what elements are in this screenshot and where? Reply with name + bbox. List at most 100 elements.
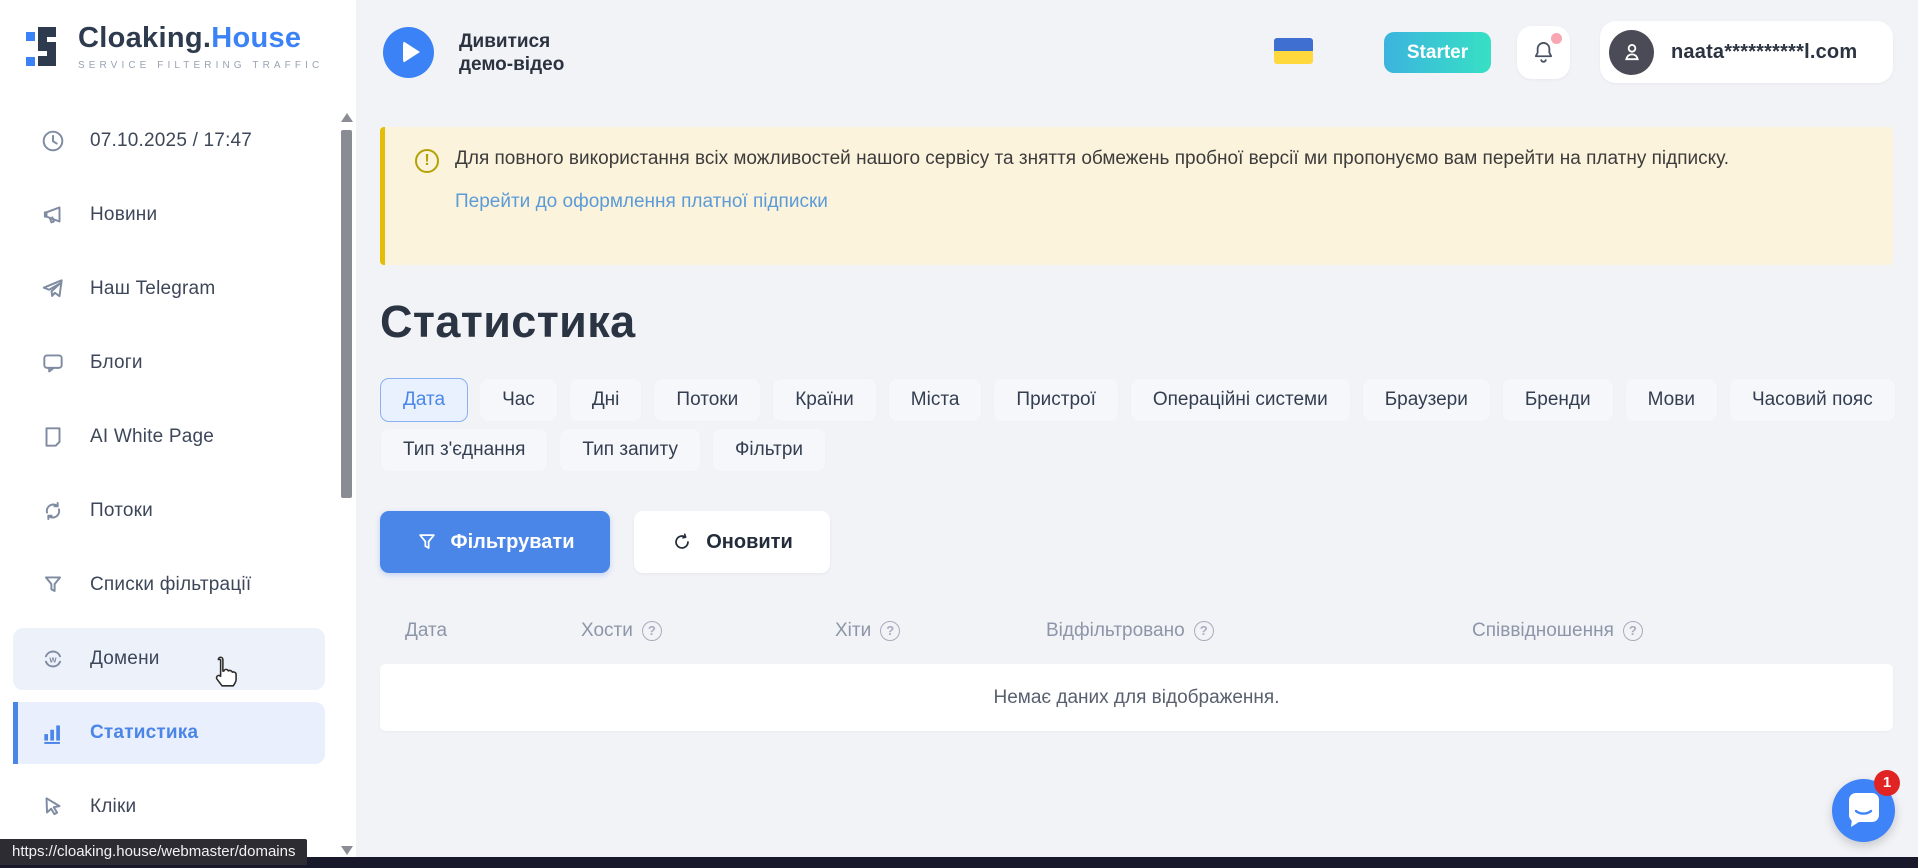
sidebar-item-label: Статистика bbox=[90, 722, 198, 744]
sidebar-item-label: Наш Telegram bbox=[90, 278, 215, 300]
sidebar-item-label: AI White Page bbox=[90, 426, 214, 448]
funnel-icon bbox=[416, 531, 438, 553]
help-icon[interactable]: ? bbox=[880, 621, 900, 641]
filter-button-label: Фільтрувати bbox=[451, 531, 575, 554]
refresh-button[interactable]: Оновити bbox=[634, 511, 830, 573]
sidebar-item-telegram[interactable]: Наш Telegram bbox=[13, 258, 325, 320]
banner-message: Для повного використання всіх можливосте… bbox=[455, 147, 1729, 173]
chat-unread-badge: 1 bbox=[1874, 770, 1900, 796]
logo: Cloaking.House SERVICE FILTERING TRAFFIC bbox=[26, 24, 323, 77]
notification-dot bbox=[1551, 33, 1562, 44]
column-label: Співвідношення bbox=[1472, 620, 1614, 642]
sidebar-item-label: Домени bbox=[90, 648, 160, 670]
svg-text:w: w bbox=[48, 654, 57, 664]
demo-video-play-button[interactable] bbox=[383, 27, 434, 78]
logo-tagline: SERVICE FILTERING TRAFFIC bbox=[78, 60, 323, 71]
user-account-button[interactable]: naata**********l.com bbox=[1600, 21, 1893, 83]
sidebar-item-label: Потоки bbox=[90, 500, 153, 522]
filter-tab-brands[interactable]: Бренди bbox=[1502, 378, 1614, 422]
filter-tab-filters[interactable]: Фільтри bbox=[712, 428, 826, 472]
filter-tabs-row-1: Дата Час Дні Потоки Країни Міста Пристро… bbox=[380, 378, 1896, 422]
filter-tab-os[interactable]: Операційні системи bbox=[1130, 378, 1351, 422]
scrollbar-up-arrow[interactable] bbox=[341, 113, 353, 122]
column-header-hosts: Хости ? bbox=[581, 620, 662, 642]
filter-tab-browsers[interactable]: Браузери bbox=[1362, 378, 1491, 422]
help-icon[interactable]: ? bbox=[1623, 621, 1643, 641]
column-header-ratio: Співвідношення ? bbox=[1472, 620, 1643, 642]
megaphone-icon bbox=[40, 202, 66, 228]
logo-icon bbox=[26, 24, 66, 77]
user-email: naata**********l.com bbox=[1671, 41, 1857, 64]
sidebar-item-filter-lists[interactable]: Списки фільтрації bbox=[13, 554, 325, 616]
sidebar-item-news[interactable]: Новини bbox=[13, 184, 325, 246]
filter-tab-request-type[interactable]: Тип запиту bbox=[559, 428, 701, 472]
filter-button[interactable]: Фільтрувати bbox=[380, 511, 610, 573]
paper-plane-icon bbox=[40, 276, 66, 302]
status-url-tooltip: https://cloaking.house/webmaster/domains bbox=[0, 839, 307, 865]
scrollbar-down-arrow[interactable] bbox=[341, 846, 353, 855]
column-header-filtered: Відфільтровано ? bbox=[1046, 620, 1214, 642]
plan-starter-button[interactable]: Starter bbox=[1384, 32, 1491, 73]
funnel-icon bbox=[40, 572, 66, 598]
person-icon bbox=[1619, 39, 1645, 65]
filter-tab-countries[interactable]: Країни bbox=[772, 378, 877, 422]
help-icon[interactable]: ? bbox=[642, 621, 662, 641]
filter-tab-days[interactable]: Дні bbox=[569, 378, 643, 422]
flag-yellow-stripe bbox=[1274, 51, 1313, 64]
warning-icon: ! bbox=[415, 149, 439, 173]
chat-widget-button[interactable]: 1 bbox=[1832, 779, 1895, 842]
sidebar-item-ai-white-page[interactable]: AI White Page bbox=[13, 406, 325, 468]
sidebar-item-label: Новини bbox=[90, 204, 157, 226]
help-icon[interactable]: ? bbox=[1194, 621, 1214, 641]
refresh-icon bbox=[671, 531, 693, 553]
sync-icon bbox=[40, 498, 66, 524]
column-label: Дата bbox=[405, 620, 447, 642]
play-icon bbox=[403, 41, 420, 63]
clock-icon bbox=[40, 128, 66, 154]
logo-text: Cloaking.House bbox=[78, 24, 323, 53]
sidebar-nav: 07.10.2025 / 17:47 Новини Наш Telegram Б… bbox=[0, 104, 356, 844]
filter-tab-languages[interactable]: Мови bbox=[1625, 378, 1718, 422]
filter-tab-cities[interactable]: Міста bbox=[888, 378, 983, 422]
trial-warning-banner: ! Для повного використання всіх можливос… bbox=[380, 127, 1893, 265]
filter-tab-time[interactable]: Час bbox=[479, 378, 558, 422]
domain-icon: w bbox=[40, 646, 66, 672]
filter-tab-flows[interactable]: Потоки bbox=[653, 378, 761, 422]
flag-blue-stripe bbox=[1274, 38, 1313, 51]
avatar bbox=[1609, 30, 1654, 75]
filter-tab-connection-type[interactable]: Тип з'єднання bbox=[380, 428, 548, 472]
table-empty-state: Немає даних для відображення. bbox=[380, 664, 1893, 731]
sidebar-item-blogs[interactable]: Блоги bbox=[13, 332, 325, 394]
scrollbar-thumb[interactable] bbox=[341, 130, 352, 498]
sidebar-item-statistics[interactable]: Статистика bbox=[13, 702, 325, 764]
empty-state-text: Немає даних для відображення. bbox=[994, 687, 1280, 709]
column-header-date: Дата bbox=[405, 620, 447, 642]
sidebar-item-datetime: 07.10.2025 / 17:47 bbox=[13, 110, 325, 172]
filter-tab-timezone[interactable]: Часовий пояс bbox=[1729, 378, 1896, 422]
sidebar-item-label: 07.10.2025 / 17:47 bbox=[90, 130, 252, 152]
page-icon bbox=[40, 424, 66, 450]
page-title: Статистика bbox=[380, 296, 636, 348]
sidebar-item-flows[interactable]: Потоки bbox=[13, 480, 325, 542]
language-flag-ukraine[interactable] bbox=[1274, 38, 1313, 64]
bar-chart-icon bbox=[40, 720, 66, 746]
sidebar-item-domains[interactable]: w Домени bbox=[13, 628, 325, 690]
sidebar-item-label: Списки фільтрації bbox=[90, 574, 251, 596]
app-root: Cloaking.House SERVICE FILTERING TRAFFIC… bbox=[0, 0, 1918, 868]
sidebar-item-label: Блоги bbox=[90, 352, 143, 374]
column-header-hits: Хіти ? bbox=[835, 620, 900, 642]
column-label: Відфільтровано bbox=[1046, 620, 1185, 642]
filter-tab-date[interactable]: Дата bbox=[380, 378, 468, 422]
upgrade-subscription-link[interactable]: Перейти до оформлення платної підписки bbox=[455, 191, 828, 213]
notifications-button[interactable] bbox=[1517, 26, 1570, 79]
sidebar: Cloaking.House SERVICE FILTERING TRAFFIC… bbox=[0, 0, 356, 868]
filter-tabs-row-2: Тип з'єднання Тип запиту Фільтри bbox=[380, 428, 826, 472]
filter-tab-devices[interactable]: Пристрої bbox=[993, 378, 1118, 422]
cursor-icon bbox=[40, 794, 66, 820]
chat-bubble-icon bbox=[40, 350, 66, 376]
column-label: Хіти bbox=[835, 620, 871, 642]
sidebar-item-label: Кліки bbox=[90, 796, 136, 818]
demo-video-label[interactable]: Дивитися демо-відео bbox=[459, 30, 609, 76]
column-label: Хости bbox=[581, 620, 633, 642]
sidebar-item-clicks[interactable]: Кліки bbox=[13, 776, 325, 838]
